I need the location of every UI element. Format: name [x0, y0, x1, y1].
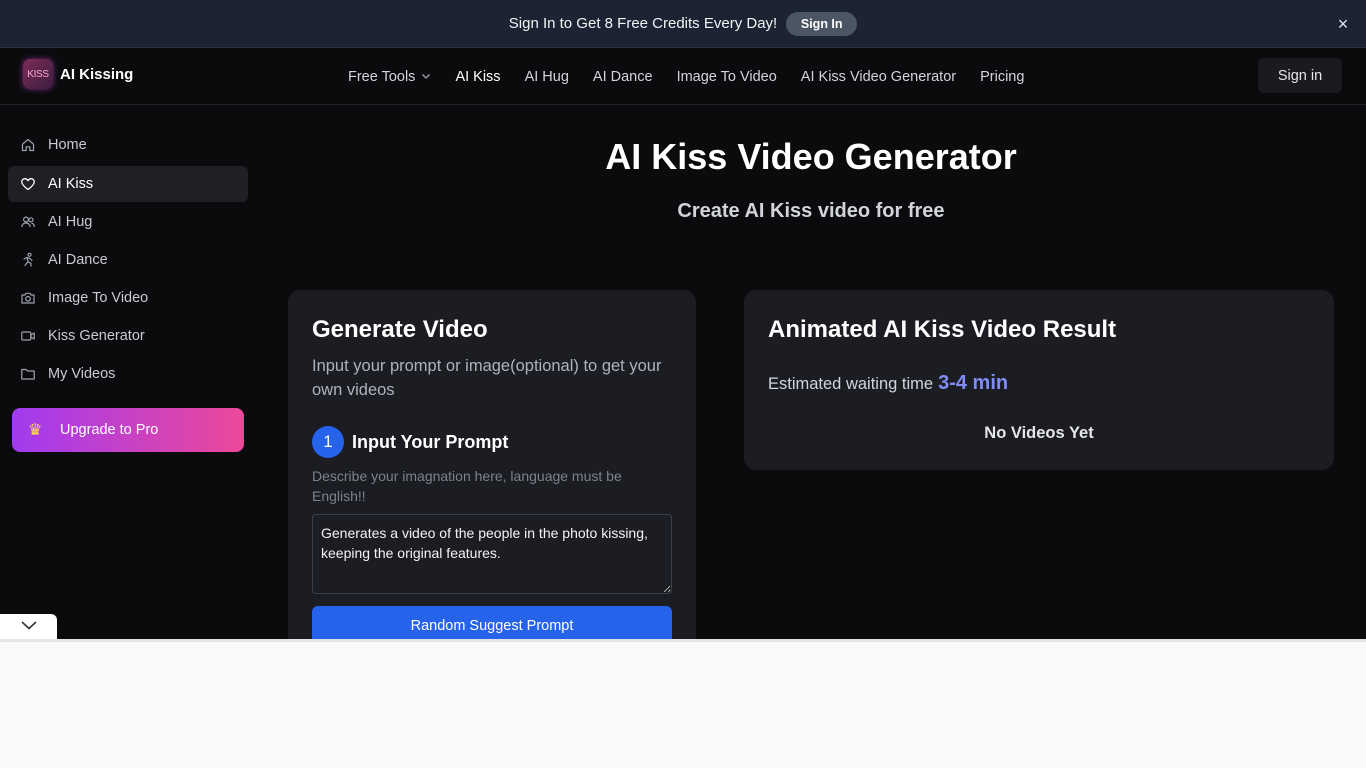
- home-icon: [20, 137, 36, 153]
- heart-icon: [20, 176, 36, 192]
- app-window: Sign In to Get 8 Free Credits Every Day!…: [0, 0, 1366, 639]
- close-icon[interactable]: ×: [1333, 14, 1353, 34]
- step-number-badge: 1: [312, 426, 344, 458]
- sidebar: Home AI Kiss AI Hug AI Dance Image To Vi…: [0, 106, 256, 639]
- banner-text: Sign In to Get 8 Free Credits Every Day!: [508, 15, 778, 32]
- crown-icon: ♛: [28, 422, 43, 439]
- site-header: KISS AI Kissing Free Tools AI Kiss AI Hu…: [0, 49, 1366, 105]
- users-icon: [20, 214, 36, 230]
- nav-free-tools-label: Free Tools: [348, 69, 416, 85]
- prompt-textarea[interactable]: [312, 514, 672, 594]
- logo-mark: KISS: [23, 59, 53, 89]
- nav-ai-kiss[interactable]: AI Kiss: [455, 69, 500, 85]
- generate-card-title: Generate Video: [312, 316, 488, 343]
- sidebar-item-my-videos[interactable]: My Videos: [8, 356, 248, 392]
- nav-free-tools[interactable]: Free Tools: [348, 69, 431, 85]
- step-label: Input Your Prompt: [352, 431, 509, 452]
- sidebar-item-ai-hug[interactable]: AI Hug: [8, 204, 248, 240]
- chevron-down-icon: [421, 71, 431, 84]
- sidebar-item-label: Image To Video: [48, 290, 149, 306]
- video-icon: [20, 328, 36, 344]
- sign-in-button[interactable]: Sign in: [1258, 58, 1342, 93]
- prompt-hint: Describe your imagnation here, language …: [312, 468, 622, 504]
- logo[interactable]: KISS AI Kissing: [23, 59, 133, 89]
- empty-state-text: No Videos Yet: [984, 424, 1094, 442]
- nav-image-to-video[interactable]: Image To Video: [677, 69, 777, 85]
- sidebar-item-label: Kiss Generator: [48, 328, 145, 344]
- promo-banner: Sign In to Get 8 Free Credits Every Day!…: [0, 0, 1366, 48]
- wait-value: 3-4 min: [938, 372, 1009, 394]
- generate-card-description: Input your prompt or image(optional) to …: [312, 357, 662, 399]
- nav-ai-hug[interactable]: AI Hug: [525, 69, 569, 85]
- chevron-down-icon: [20, 618, 38, 636]
- random-suggest-prompt-button[interactable]: Random Suggest Prompt: [312, 606, 672, 639]
- nav-ai-kiss-video-generator[interactable]: AI Kiss Video Generator: [801, 69, 956, 85]
- collapse-toggle[interactable]: [0, 614, 57, 639]
- generate-video-card: Generate Video Input your prompt or imag…: [288, 290, 696, 639]
- page-title: AI Kiss Video Generator: [605, 136, 1017, 177]
- nav-pricing[interactable]: Pricing: [980, 69, 1024, 85]
- sidebar-item-ai-dance[interactable]: AI Dance: [8, 242, 248, 278]
- step-input-prompt: 1 Input Your Prompt: [312, 426, 508, 458]
- person-running-icon: [20, 252, 36, 268]
- banner-sign-in-button[interactable]: Sign In: [786, 11, 858, 36]
- sidebar-item-label: AI Kiss: [48, 176, 94, 192]
- logo-name: AI Kissing: [60, 65, 134, 83]
- main-nav: Free Tools AI Kiss AI Hug AI Dance Image…: [348, 49, 1048, 105]
- sidebar-item-kiss-generator[interactable]: Kiss Generator: [8, 318, 248, 354]
- sidebar-item-label: AI Hug: [48, 214, 93, 230]
- sidebar-item-label: My Videos: [48, 366, 116, 382]
- upgrade-label: Upgrade to Pro: [60, 422, 159, 438]
- page-subtitle: Create AI Kiss video for free: [677, 200, 945, 222]
- nav-ai-dance[interactable]: AI Dance: [593, 69, 653, 85]
- blank-lower-area: [0, 639, 1366, 768]
- sidebar-item-ai-kiss[interactable]: AI Kiss: [8, 166, 248, 202]
- sidebar-item-image-to-video[interactable]: Image To Video: [8, 280, 248, 316]
- sidebar-item-label: Home: [48, 137, 87, 153]
- wait-label: Estimated waiting time: [768, 375, 934, 393]
- result-card-title: Animated AI Kiss Video Result: [768, 316, 1117, 343]
- estimated-wait: Estimated waiting time 3-4 min: [768, 372, 1008, 395]
- video-result-card: Animated AI Kiss Video Result Estimated …: [744, 290, 1334, 470]
- upgrade-to-pro-button[interactable]: ♛ Upgrade to Pro: [12, 408, 244, 452]
- sidebar-item-label: AI Dance: [48, 252, 108, 268]
- camera-icon: [20, 290, 36, 306]
- sidebar-item-home[interactable]: Home: [8, 127, 248, 163]
- folder-icon: [20, 366, 36, 382]
